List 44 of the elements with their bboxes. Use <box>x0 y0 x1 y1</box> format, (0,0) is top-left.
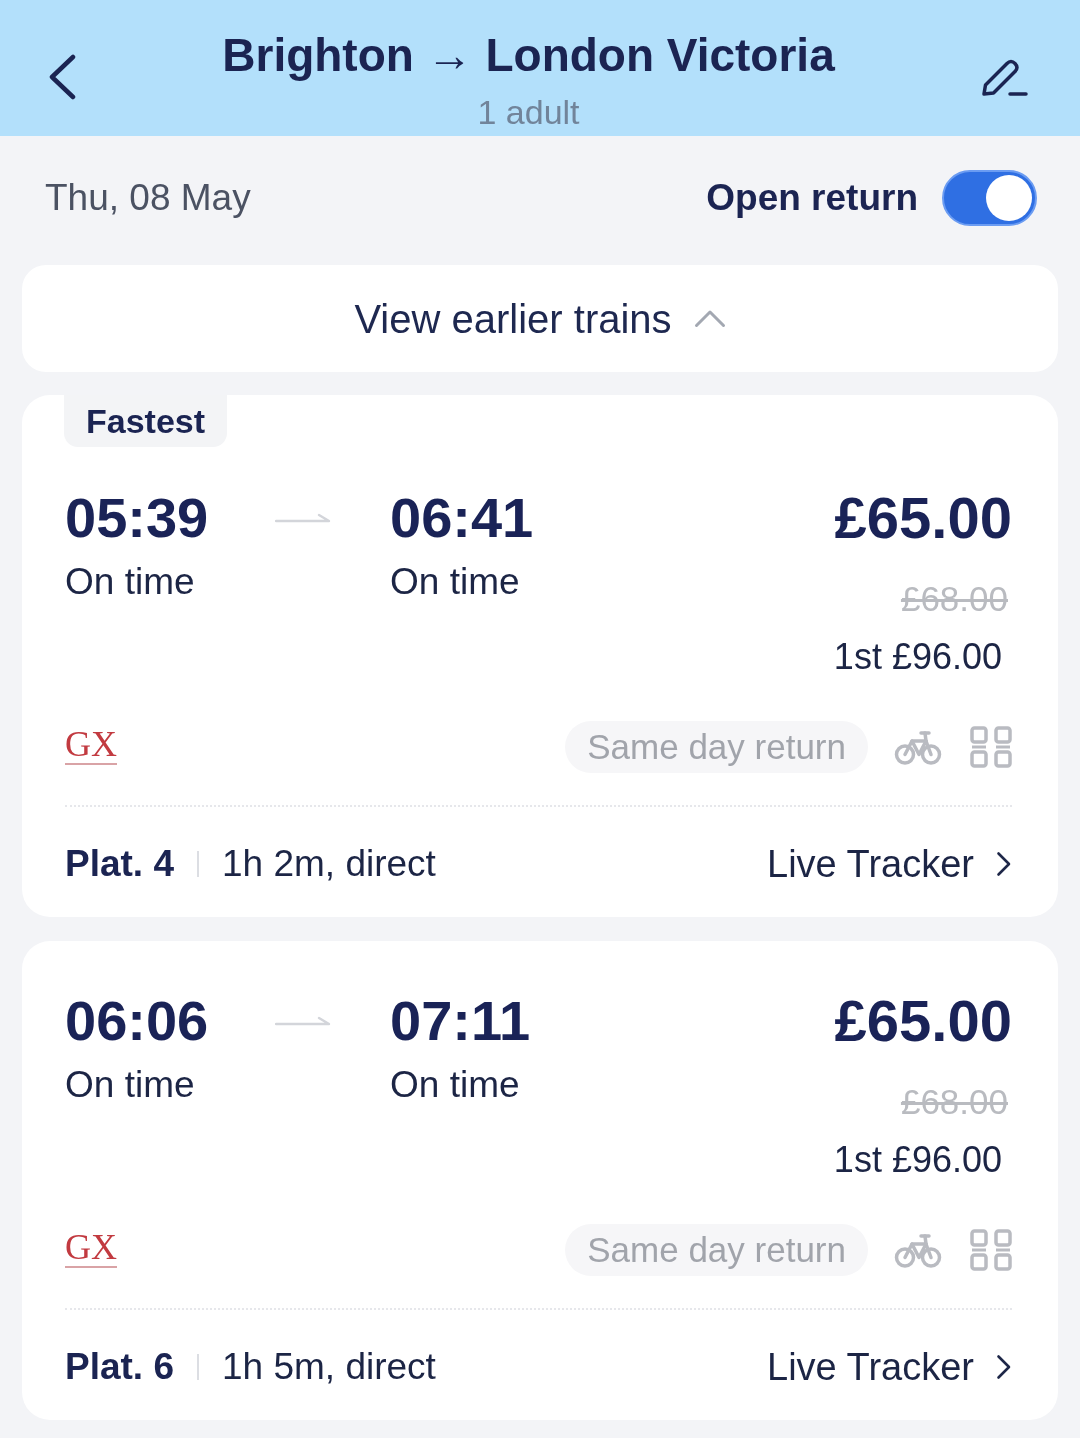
departure-status: On time <box>65 562 195 602</box>
journey-card[interactable]: Fastest 05:39 On time 06:41 On time £65.00 £68.00 1st £96.00 GX Same day return Plat. 4 1h 2m, direct Live Tracker <box>22 395 1058 917</box>
journey-duration: 1h 5m, direct <box>222 1345 436 1389</box>
operator-logo: GX <box>65 1232 117 1268</box>
passenger-count: 1 adult <box>477 94 580 130</box>
arrival-status: On time <box>390 1065 520 1105</box>
platform-label: Plat. 4 <box>65 842 174 886</box>
departure-status: On time <box>65 1065 195 1105</box>
journey-duration: 1h 2m, direct <box>222 842 436 886</box>
route-title: Brighton → London Victoria <box>222 28 835 82</box>
operator-logo: GX <box>65 729 117 765</box>
back-chevron-icon <box>47 54 77 100</box>
arrival-time: 07:11 <box>390 990 531 1052</box>
edit-button[interactable] <box>980 57 1028 98</box>
back-button[interactable] <box>47 54 77 100</box>
travel-date: Thu, 08 May <box>45 176 251 220</box>
first-class-price: 1st £96.00 <box>833 637 1002 677</box>
qr-code-icon <box>970 1229 1012 1271</box>
view-earlier-button[interactable]: View earlier trains <box>22 265 1058 372</box>
chevron-right-icon <box>996 1354 1012 1380</box>
original-price: £68.00 <box>900 579 1008 619</box>
first-class-price: 1st £96.00 <box>833 1140 1002 1180</box>
arrival-status: On time <box>390 562 520 602</box>
chevron-right-icon <box>996 851 1012 877</box>
edit-pencil-icon <box>980 57 1028 98</box>
price: £65.00 <box>834 990 1012 1052</box>
live-tracker-link[interactable]: Live Tracker <box>767 1345 1012 1389</box>
bicycle-icon <box>894 728 942 766</box>
departure-time: 05:39 <box>65 487 209 549</box>
journey-card[interactable]: 06:06 On time 07:11 On time £65.00 £68.00 1st £96.00 GX Same day return Plat. 6 1h 5m, direct Live Tracker <box>22 941 1058 1420</box>
price: £65.00 <box>834 487 1012 549</box>
platform-label: Plat. 6 <box>65 1345 174 1389</box>
fare-type-pill: Same day return <box>565 1224 868 1276</box>
fare-type-pill: Same day return <box>565 721 868 773</box>
open-return-label: Open return <box>706 176 918 220</box>
live-tracker-link[interactable]: Live Tracker <box>767 842 1012 886</box>
arrival-time: 06:41 <box>390 487 534 549</box>
journey-tag: Fastest <box>64 395 228 447</box>
original-price: £68.00 <box>900 1082 1008 1122</box>
departure-time: 06:06 <box>65 990 209 1052</box>
bicycle-icon <box>894 1231 942 1269</box>
qr-code-icon <box>970 726 1012 768</box>
chevron-up-icon <box>693 309 726 328</box>
open-return-toggle[interactable] <box>942 170 1037 226</box>
